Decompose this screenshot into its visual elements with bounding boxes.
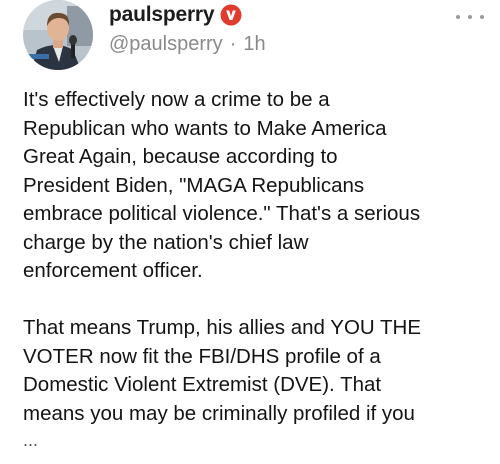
post-card: paulsperry @paulsperry · 1h It's effecti… — [0, 0, 500, 464]
text-line: Domestic Violent Extremist (DVE). That — [23, 373, 382, 396]
text-line: VOTER now fit the FBI/DHS profile of a — [23, 344, 381, 368]
text-line: charge by the nation's chief law — [23, 230, 309, 254]
truncation-ellipsis[interactable]: ... — [23, 428, 483, 452]
handle[interactable]: @paulsperry — [109, 33, 223, 56]
more-dot — [480, 15, 484, 19]
handle-row: @paulsperry · 1h — [109, 33, 266, 56]
username[interactable]: paulsperry — [109, 3, 215, 27]
author-name-row: paulsperry — [109, 2, 242, 28]
post-paragraph-2: That means Trump, his allies and YOU THE… — [23, 314, 483, 452]
more-dot — [468, 15, 472, 19]
separator-dot: · — [229, 33, 237, 55]
text-line: means you may be criminally profiled if … — [23, 401, 415, 425]
more-dot — [456, 15, 460, 19]
text-line: Republican who wants to Make America — [23, 116, 387, 140]
post-paragraph-1: It's effectively now a crime to be a Rep… — [23, 86, 483, 286]
post-time: 1h — [243, 33, 266, 55]
avatar[interactable] — [23, 0, 93, 70]
text-line: It's effectively now a crime to be a — [23, 88, 330, 111]
text-line: Great Again, because according to — [23, 145, 338, 168]
more-options-icon[interactable] — [456, 10, 484, 24]
post-body: It's effectively now a crime to be a Rep… — [23, 86, 483, 452]
text-line: embrace political violence." That's a se… — [23, 202, 421, 225]
avatar-image — [23, 0, 93, 70]
text-line: President Biden, "MAGA Republicans — [23, 173, 365, 197]
text-line: enforcement officer. — [23, 259, 203, 282]
text-line: That means Trump, his allies and YOU THE — [23, 316, 422, 339]
verified-badge-icon — [220, 4, 242, 26]
